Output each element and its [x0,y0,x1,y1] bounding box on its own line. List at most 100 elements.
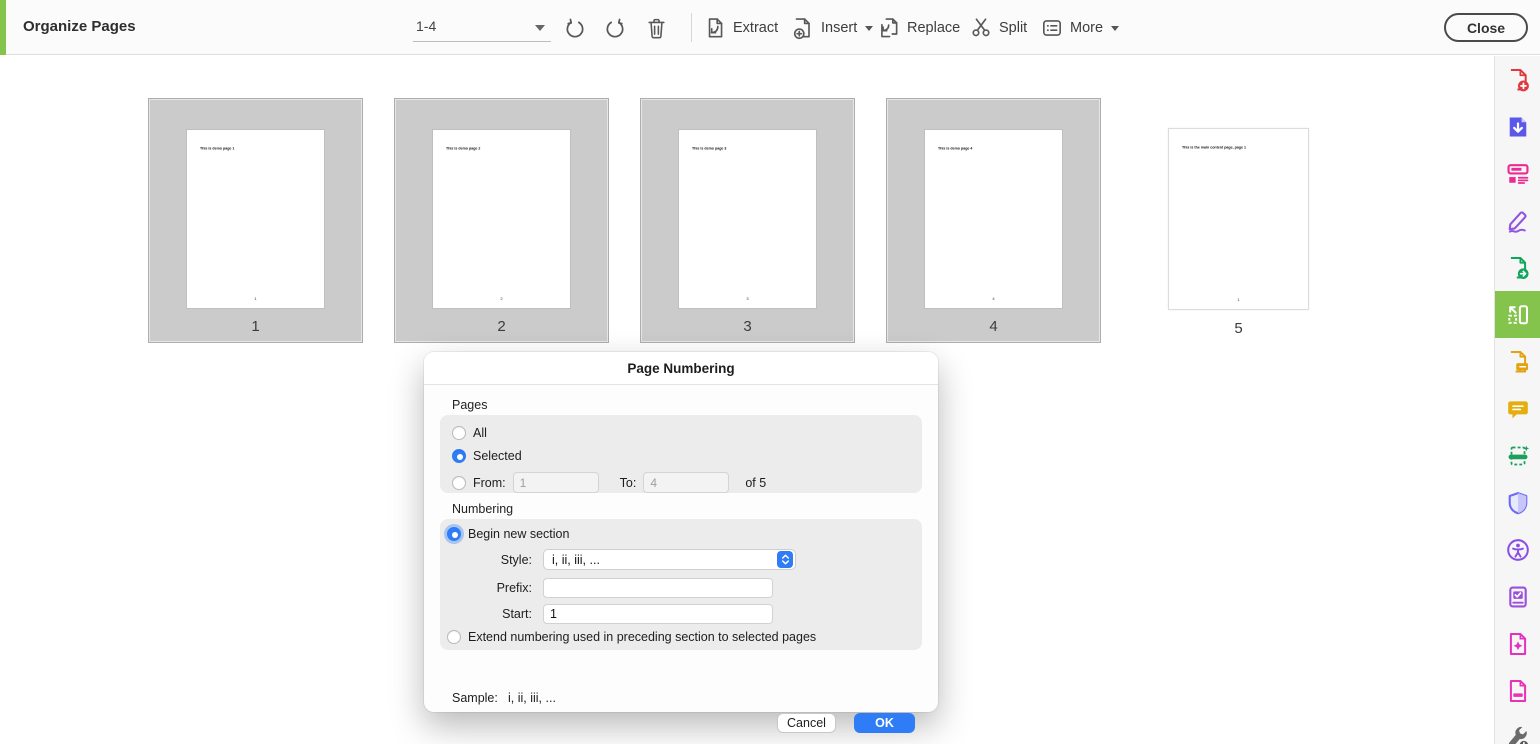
from-input[interactable] [513,472,599,493]
page-preview: This is demo page 1 1 [186,129,325,309]
list-icon [1040,16,1064,40]
export-pdf-button[interactable] [1495,103,1540,150]
extract-button[interactable]: Extract [703,10,778,46]
prepare-form-button[interactable] [1495,573,1540,620]
more-tools-button[interactable] [1495,714,1540,744]
create-pdf-button[interactable] [1495,56,1540,103]
page-text: This is demo page 3 [692,147,726,151]
more-button[interactable]: More [1040,10,1119,46]
to-label: To: [620,476,637,490]
page-range-value: 1-4 [416,18,436,34]
page-folio: 1 [1169,298,1308,302]
of-total-label: of 5 [745,476,766,490]
page-folio: 2 [433,297,570,301]
split-label: Split [999,20,1027,36]
page-chat-icon [1505,349,1531,375]
page-number-label: 4 [887,318,1100,335]
radio-begin-new-section[interactable]: Begin new section [447,527,569,541]
export-pdf-icon [1505,114,1531,140]
page-thumbnail-1[interactable]: This is demo page 1 1 1 [148,98,363,343]
dialog-body: Pages All Selected From: To: of 5 Number… [424,385,938,712]
close-button[interactable]: Close [1444,13,1528,42]
page-thumbnail-4[interactable]: This is demo page 4 4 4 [886,98,1101,343]
page-title: Organize Pages [23,18,136,35]
fill-and-sign-button[interactable] [1495,197,1540,244]
start-label: Start: [482,607,532,621]
accessibility-button[interactable] [1495,526,1540,573]
delete-pages-button[interactable] [645,10,668,46]
prefix-input[interactable] [543,578,773,598]
accessibility-icon [1505,537,1531,563]
accent-strip [0,0,6,55]
dialog-header: Page Numbering [424,352,938,385]
toolbar: Organize Pages 1-4 Extract Insert Replac… [0,0,1540,55]
redact-button[interactable] [1495,667,1540,714]
extract-page-icon [703,16,727,40]
radio-icon [447,630,461,644]
style-select[interactable]: i, ii, iii, ... [543,549,796,570]
insert-button[interactable]: Insert [791,10,873,46]
rotate-ccw-button[interactable] [563,10,587,46]
request-esignatures-button[interactable] [1495,338,1540,385]
rotate-cw-button[interactable] [603,10,627,46]
page-folio: 4 [925,297,1062,301]
page-text: This is demo page 4 [938,147,972,151]
rotate-ccw-icon [563,16,587,40]
create-pdf-icon [1505,67,1531,93]
page-thumbnail-5[interactable]: This is the main content page, page 1 1 [1168,128,1309,310]
radio-from[interactable]: From: To: of 5 [452,472,766,493]
page-number-label: 5 [1168,320,1309,337]
page-thumbnail-2[interactable]: This is demo page 2 2 2 [394,98,609,343]
ok-button[interactable]: OK [854,713,915,733]
radio-selected[interactable]: Selected [452,449,522,463]
page-text: This is demo page 1 [200,147,234,151]
style-value: i, ii, iii, ... [544,553,777,567]
scan-icon [1505,443,1531,469]
scan-ocr-button[interactable] [1495,432,1540,479]
page-folio: 3 [679,297,816,301]
radio-icon [447,527,461,541]
replace-button[interactable]: Replace [877,10,960,46]
sample-label: Sample: [452,691,498,705]
page-text: This is the main content page, page 1 [1182,146,1246,150]
send-page-button[interactable] [1495,244,1540,291]
insert-page-icon [791,16,815,40]
pages-panel: All Selected From: To: of 5 [440,415,922,493]
comment-button[interactable] [1495,385,1540,432]
organize-pages-tool-button[interactable] [1495,291,1540,338]
tools-sidebar [1494,56,1540,744]
cancel-button[interactable]: Cancel [777,713,836,733]
style-label: Style: [482,553,532,567]
page-range-dropdown[interactable]: 1-4 [413,12,551,42]
pages-section-label: Pages [452,398,487,412]
page-thumbnail-3[interactable]: This is demo page 3 3 3 [640,98,855,343]
page-text: This is demo page 2 [446,147,480,151]
trash-icon [645,16,668,40]
edit-pdf-icon [1505,161,1531,187]
protect-button[interactable] [1495,479,1540,526]
radio-icon [452,449,466,463]
start-input[interactable] [543,604,773,624]
to-input[interactable] [643,472,729,493]
rotate-cw-icon [603,16,627,40]
chevron-down-icon [865,26,873,31]
split-button[interactable]: Split [969,10,1027,46]
redact-icon [1505,678,1531,704]
radio-all[interactable]: All [452,426,487,440]
edit-pdf-button[interactable] [1495,150,1540,197]
chevron-down-icon [535,25,545,31]
pen-icon [1505,208,1531,234]
checklist-icon [1505,584,1531,610]
dialog-title: Page Numbering [627,361,734,376]
radio-extend-numbering[interactable]: Extend numbering used in preceding secti… [447,630,816,644]
shield-icon [1505,490,1531,516]
optimize-pdf-button[interactable] [1495,620,1540,667]
page-number-label: 2 [395,318,608,335]
select-stepper-icon [777,551,793,568]
radio-selected-label: Selected [473,449,522,463]
page-numbering-dialog: Page Numbering Pages All Selected From: … [424,352,938,712]
wrench-add-icon [1505,725,1531,744]
organize-pages-icon [1505,302,1531,328]
extend-numbering-label: Extend numbering used in preceding secti… [468,630,816,644]
scissors-icon [969,16,993,40]
